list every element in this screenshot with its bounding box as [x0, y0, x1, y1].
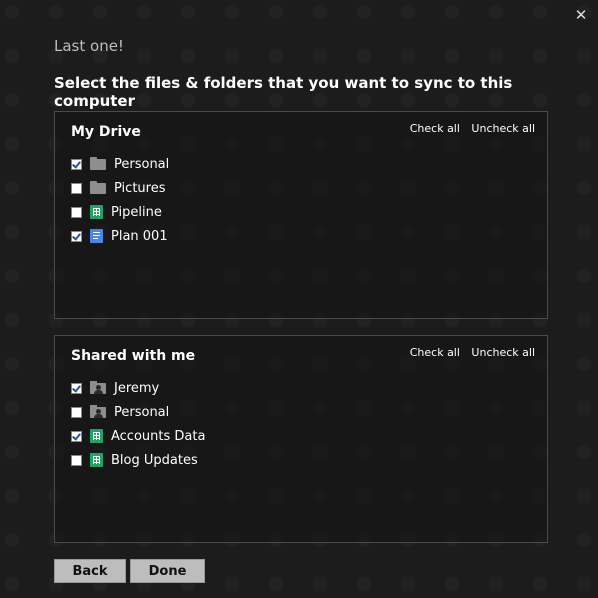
- checkbox[interactable]: [71, 158, 82, 170]
- item-label: Pipeline: [111, 204, 162, 220]
- list-item[interactable]: Personal: [71, 400, 205, 424]
- done-button[interactable]: Done: [130, 559, 205, 583]
- item-label: Personal: [114, 404, 170, 420]
- list-item[interactable]: Pictures: [71, 176, 169, 200]
- step-label: Last one!: [54, 37, 124, 55]
- my-drive-list: Personal Pictures Pipeline Plan 001: [71, 152, 169, 248]
- checkbox[interactable]: [71, 230, 82, 242]
- shared-check-all-link[interactable]: Check all: [410, 346, 460, 359]
- spreadsheet-icon: [90, 205, 103, 219]
- list-item[interactable]: Jeremy: [71, 376, 205, 400]
- my-drive-uncheck-all-link[interactable]: Uncheck all: [471, 122, 535, 135]
- folder-icon: [90, 181, 106, 195]
- shared-panel: Shared with me Check all Uncheck all Jer…: [54, 335, 548, 543]
- checkbox[interactable]: [71, 206, 82, 218]
- spreadsheet-icon: [90, 429, 103, 443]
- my-drive-actions: Check all Uncheck all: [402, 122, 535, 135]
- my-drive-check-all-link[interactable]: Check all: [410, 122, 460, 135]
- list-item[interactable]: Accounts Data: [71, 424, 205, 448]
- list-item[interactable]: Personal: [71, 152, 169, 176]
- folder-icon: [90, 157, 106, 171]
- my-drive-panel: My Drive Check all Uncheck all Personal …: [54, 111, 548, 319]
- item-label: Pictures: [114, 180, 166, 196]
- checkbox[interactable]: [71, 406, 82, 418]
- checkbox[interactable]: [71, 430, 82, 442]
- list-item[interactable]: Plan 001: [71, 224, 169, 248]
- shared-title: Shared with me: [71, 348, 196, 364]
- checkbox[interactable]: [71, 182, 82, 194]
- shared-actions: Check all Uncheck all: [402, 346, 535, 359]
- item-label: Blog Updates: [111, 452, 198, 468]
- list-item[interactable]: Pipeline: [71, 200, 169, 224]
- close-icon[interactable]: ✕: [574, 8, 588, 23]
- document-icon: [90, 229, 103, 243]
- shared-list: Jeremy Personal Accounts Data Blog Updat…: [71, 376, 205, 472]
- checkbox[interactable]: [71, 454, 82, 466]
- item-label: Personal: [114, 156, 170, 172]
- back-button[interactable]: Back: [54, 559, 126, 583]
- shared-folder-icon: [90, 405, 106, 419]
- shared-folder-icon: [90, 381, 106, 395]
- shared-uncheck-all-link[interactable]: Uncheck all: [471, 346, 535, 359]
- item-label: Jeremy: [114, 380, 160, 396]
- item-label: Plan 001: [111, 228, 168, 244]
- page-title: Select the files & folders that you want…: [54, 74, 513, 110]
- checkbox[interactable]: [71, 382, 82, 394]
- list-item[interactable]: Blog Updates: [71, 448, 205, 472]
- item-label: Accounts Data: [111, 428, 206, 444]
- spreadsheet-icon: [90, 453, 103, 467]
- my-drive-title: My Drive: [71, 124, 141, 140]
